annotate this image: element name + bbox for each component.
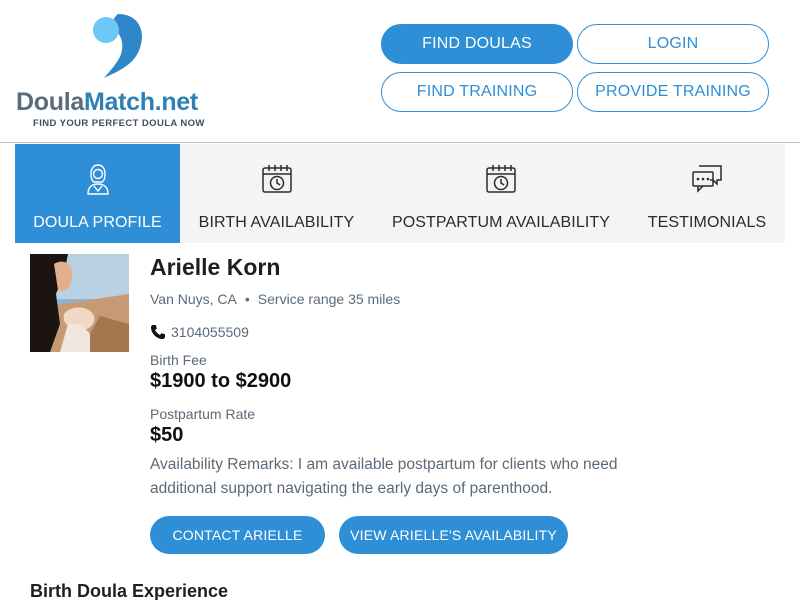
view-availability-button[interactable]: VIEW ARIELLE'S AVAILABILITY [339,516,568,554]
phone-number[interactable]: 3104055509 [171,324,249,340]
birth-fee-label: Birth Fee [150,352,207,368]
logo-wordmark: DoulaMatch.net [16,88,198,117]
doula-person-icon [86,164,109,195]
birth-fee-value: $1900 to $2900 [150,370,292,392]
location-line: Van Nuys, CA • Service range 35 miles [150,291,400,307]
tab-label: POSTPARTUM AVAILABILITY [391,214,611,231]
tab-label: DOULA PROFILE [33,214,162,231]
login-button[interactable]: LOGIN [577,24,769,64]
availability-remarks: Availability Remarks: I am available pos… [150,456,618,497]
phone-icon [151,325,165,339]
tab-label: BIRTH AVAILABILITY [198,214,355,231]
service-range: Service range 35 miles [257,291,401,307]
profile-tabs: DOULA PROFILE BIRTH AVAILABILITY POSTPAR… [15,144,785,243]
section-title-experience: Birth Doula Experience [30,581,229,600]
city: Van Nuys, CA [150,291,237,307]
site-logo[interactable]: DoulaMatch.net FIND YOUR PERFECT DOULA N… [16,10,226,135]
provide-training-button[interactable]: PROVIDE TRAINING [577,72,769,112]
doula-name: Arielle Korn [150,254,281,280]
postpartum-rate-label: Postpartum Rate [150,406,256,422]
calendar-clock-icon [261,165,292,193]
find-doulas-button[interactable]: FIND DOULAS [381,24,573,64]
calendar-clock-icon [486,165,516,193]
profile-photo [30,254,129,352]
profile-photo-image [30,254,129,352]
tab-testimonials[interactable]: TESTIMONIALS [629,144,785,243]
site-header: DoulaMatch.net FIND YOUR PERFECT DOULA N… [0,0,800,143]
postpartum-rate-value: $50 [150,424,184,446]
logo-wordmark-part1: Doula [16,88,84,116]
separator-dot: • [244,291,250,307]
find-training-button[interactable]: FIND TRAINING [381,72,573,112]
tab-postpartum-availability[interactable]: POSTPARTUM AVAILABILITY [373,144,629,243]
logo-wordmark-part2: Match.net [83,88,198,116]
tab-birth-availability[interactable]: BIRTH AVAILABILITY [180,144,373,243]
logo-tagline: FIND YOUR PERFECT DOULA NOW [33,118,205,129]
logo-mark-icon [93,14,142,78]
tab-doula-profile[interactable]: DOULA PROFILE [15,144,180,243]
chat-bubbles-icon [692,165,722,193]
contact-button[interactable]: CONTACT ARIELLE [150,516,325,554]
tab-label: TESTIMONIALS [647,214,767,231]
phone-row[interactable]: 3104055509 [150,324,249,340]
